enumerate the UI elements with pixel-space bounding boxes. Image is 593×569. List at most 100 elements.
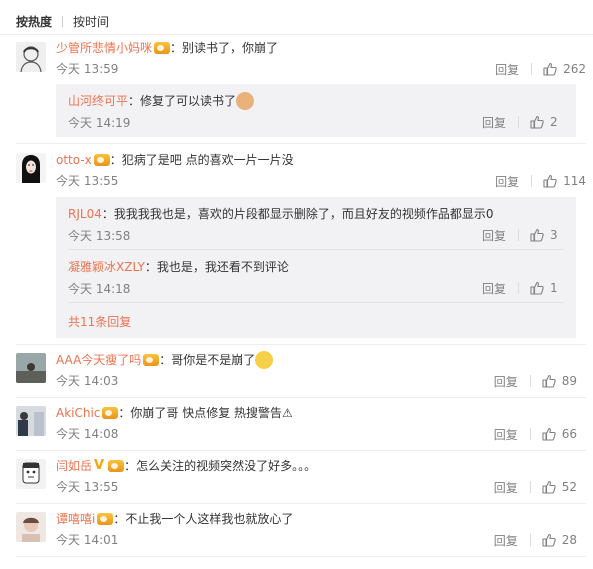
thumbs-up-icon[interactable]	[543, 62, 557, 76]
timestamp: 今天 13:59	[56, 62, 119, 76]
member-badge-icon	[93, 154, 110, 166]
reply-text: ：我我我我也是，喜欢的片段都显示删除了，而且好友的视频作品都显示0	[101, 207, 494, 221]
divider	[518, 229, 519, 241]
reply-text: ：修复了可以读书了	[128, 94, 237, 108]
reply-button[interactable]: 回复	[482, 114, 506, 131]
reply-box: RJL04：我我我我也是，喜欢的片段都显示删除了，而且好友的视频作品都显示0 今…	[56, 197, 576, 338]
like-count: 2	[550, 115, 558, 129]
timestamp: 今天 14:08	[56, 427, 119, 441]
sort-divider	[62, 15, 64, 27]
like-count: 3	[550, 228, 558, 242]
comment-item: AkiChic ：你崩了哥 快点修复 热搜警告⚠ 今天 14:08 回复 66	[16, 404, 586, 444]
divider	[16, 503, 586, 504]
username[interactable]: 谭嘻嘻i	[56, 511, 95, 527]
like-count: 66	[561, 427, 577, 441]
thumbs-up-icon[interactable]	[530, 281, 544, 295]
thinking-emoji-icon	[255, 351, 274, 369]
sort-by-hot[interactable]: 按热度	[16, 13, 52, 30]
like-count: 114	[563, 174, 586, 188]
username[interactable]: 山河终可平	[68, 92, 128, 110]
username[interactable]: 少管所悲情小妈咪	[56, 40, 152, 56]
reply-button[interactable]: 回复	[494, 532, 518, 549]
thumbs-up-icon[interactable]	[530, 228, 544, 242]
divider	[16, 344, 586, 345]
divider	[0, 34, 593, 35]
reply-item: 山河终可平 ：修复了可以读书了 今天 14:19 回复 2	[68, 92, 568, 132]
reply-button[interactable]: 回复	[495, 61, 519, 78]
comment-item: 闫如岳 V ：怎么关注的视频突然没了好多。。。 今天 13:55 回复 52	[16, 457, 586, 497]
username[interactable]: AAA今天瘦了吗	[56, 352, 141, 368]
comment-text: ：不止我一个人这样我也就放心了	[113, 512, 294, 526]
timestamp: 今天 14:03	[56, 374, 119, 388]
username[interactable]: AkiChic	[56, 405, 100, 421]
like-count: 28	[561, 533, 577, 547]
reply-box: 山河终可平 ：修复了可以读书了 今天 14:19 回复 2	[56, 84, 576, 137]
comment-item: AAA今天瘦了吗 ：哥你是不是崩了 今天 14:03 回复 89	[16, 351, 586, 391]
divider	[518, 282, 519, 294]
timestamp: 今天 13:58	[68, 229, 131, 243]
username[interactable]: 凝雅颖冰XZLY	[68, 260, 145, 274]
thumbs-up-icon[interactable]	[530, 115, 544, 129]
divider	[68, 249, 564, 250]
avatar[interactable]	[16, 42, 46, 72]
divider	[16, 397, 586, 398]
reply-button[interactable]: 回复	[482, 227, 506, 244]
divider	[16, 450, 586, 451]
divider	[531, 63, 533, 75]
avatar[interactable]	[16, 153, 46, 183]
divider	[529, 375, 531, 387]
member-badge-icon	[143, 354, 160, 366]
timestamp: 今天 13:55	[56, 174, 119, 188]
divider	[16, 143, 586, 144]
avatar[interactable]	[16, 459, 46, 489]
divider	[518, 116, 519, 128]
divider	[529, 428, 531, 440]
sort-by-time[interactable]: 按时间	[73, 13, 109, 30]
divider	[16, 556, 586, 557]
verified-v-icon: V	[94, 458, 105, 473]
avatar[interactable]	[16, 406, 46, 436]
cat-emoji-icon	[236, 92, 255, 110]
member-badge-icon	[102, 407, 119, 419]
username[interactable]: otto-x	[56, 152, 92, 168]
timestamp: 今天 14:18	[68, 282, 131, 296]
avatar[interactable]	[16, 512, 46, 542]
divider	[68, 302, 564, 303]
reply-button[interactable]: 回复	[482, 280, 506, 297]
timestamp: 今天 13:55	[56, 480, 119, 494]
member-badge-icon	[97, 513, 114, 525]
reply-item: RJL04：我我我我也是，喜欢的片段都显示删除了，而且好友的视频作品都显示0 今…	[68, 205, 568, 245]
like-count: 89	[561, 374, 577, 388]
timestamp: 今天 14:01	[56, 533, 119, 547]
thumbs-up-icon[interactable]	[542, 427, 556, 441]
view-more-replies-link[interactable]: 共11条回复	[68, 313, 131, 330]
thumbs-up-icon[interactable]	[543, 174, 557, 188]
divider	[531, 175, 533, 187]
comment-item: 谭嘻嘻i ：不止我一个人这样我也就放心了 今天 14:01 回复 28	[16, 510, 586, 550]
username[interactable]: RJL04	[68, 207, 102, 221]
sort-tabs: 按热度 按时间	[16, 13, 109, 29]
comment-text: ：你崩了哥 快点修复 热搜警告⚠	[118, 406, 293, 420]
member-badge-icon	[108, 460, 125, 472]
comment-text: ：怎么关注的视频突然没了好多。。。	[124, 459, 317, 473]
timestamp: 今天 14:19	[68, 116, 131, 130]
like-count: 262	[563, 62, 586, 76]
comment-text: ：哥你是不是崩了	[159, 353, 256, 367]
reply-text: ：我也是，我还看不到评论	[144, 260, 289, 274]
username[interactable]: 闫如岳	[56, 458, 92, 474]
reply-button[interactable]: 回复	[494, 426, 518, 443]
comment-item: otto-x ：犯病了是吧 点的喜欢一片一片没 今天 13:55 回复 114	[16, 151, 586, 191]
thumbs-up-icon[interactable]	[542, 533, 556, 547]
thumbs-up-icon[interactable]	[542, 480, 556, 494]
like-count: 1	[550, 281, 558, 295]
reply-button[interactable]: 回复	[495, 173, 519, 190]
reply-button[interactable]: 回复	[494, 479, 518, 496]
like-count: 52	[561, 480, 577, 494]
reply-item: 凝雅颖冰XZLY：我也是，我还看不到评论 今天 14:18 回复 1	[68, 258, 568, 298]
reply-button[interactable]: 回复	[494, 373, 518, 390]
comment-text: ：别读书了，你崩了	[170, 41, 279, 55]
thumbs-up-icon[interactable]	[542, 374, 556, 388]
avatar[interactable]	[16, 353, 46, 383]
comment-text: ：犯病了是吧 点的喜欢一片一片没	[109, 153, 294, 167]
divider	[529, 481, 531, 493]
